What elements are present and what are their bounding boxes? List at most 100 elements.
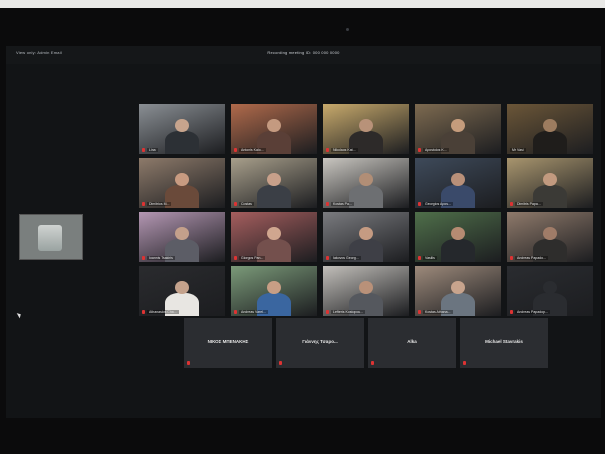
participant-head [543, 227, 557, 241]
participant-head [267, 173, 281, 187]
participant-name: Andreas Papado... [515, 256, 548, 260]
muted-mic-icon [418, 310, 421, 314]
participant-name: Andreas Varel... [239, 310, 268, 314]
participant-video-tile[interactable]: Georgios Apos... [415, 158, 501, 208]
participant-name: Vasilis [423, 256, 437, 260]
participant-video-tile[interactable]: Ioannis Tsakiris [139, 212, 225, 262]
participant-name: Mr Vasi [510, 148, 526, 152]
muted-mic-icon [510, 310, 513, 314]
participant-video-tile[interactable]: Athanasios Cha... [139, 266, 225, 316]
participant-figure [348, 173, 384, 208]
participant-head [359, 173, 373, 187]
participant-head [175, 119, 189, 133]
muted-mic-icon [510, 256, 513, 260]
participant-body [256, 184, 292, 208]
participant-name: Georgios Apos... [423, 202, 453, 206]
muted-mic-icon [418, 202, 421, 206]
muted-mic-icon [142, 202, 145, 206]
participant-head [451, 281, 465, 295]
participant-name: Nikolaos Kat... [331, 148, 358, 152]
muted-mic-icon [326, 148, 329, 152]
participant-name-label: ΝΙΚΟΣ ΜΠΕΝΑΚΗΣ [207, 339, 249, 344]
participant-video-tile[interactable]: Nikolaos Kat... [323, 104, 409, 154]
participant-video-tile[interactable]: Kostas Athana... [415, 266, 501, 316]
muted-mic-icon [234, 148, 237, 152]
participant-video-tile[interactable]: Apostolos K... [415, 104, 501, 154]
participant-head [543, 281, 557, 295]
muted-mic-icon [418, 148, 421, 152]
participant-name: Andreas Papadop... [515, 310, 550, 314]
muted-mic-icon [463, 361, 466, 365]
muted-mic-icon [234, 310, 237, 314]
participant-name: Lefteris Kostopou... [331, 310, 366, 314]
participant-figure [532, 119, 568, 154]
participant-head [451, 173, 465, 187]
participant-video-tile[interactable]: Giorgos Pan... [231, 212, 317, 262]
participant-name-tile[interactable]: Alka [368, 318, 456, 368]
muted-mic-icon [142, 256, 145, 260]
muted-mic-icon [326, 202, 329, 206]
participant-head [175, 227, 189, 241]
participant-body [164, 130, 200, 154]
participant-video-tile[interactable]: Mr Vasi [507, 104, 593, 154]
muted-mic-icon [326, 256, 329, 260]
participant-video-tile[interactable]: Lefteris Kostopou... [323, 266, 409, 316]
webcam-dot [346, 28, 349, 31]
participant-figure [440, 227, 476, 262]
muted-mic-icon [279, 361, 282, 365]
participant-video-tile[interactable]: Costas [231, 158, 317, 208]
meeting-window: View only: Admin Email Recording meeting… [6, 46, 601, 418]
participant-video-tile[interactable]: Andreas Papadop... [507, 266, 593, 316]
participant-head [543, 173, 557, 187]
participant-name: Dimitrios M... [147, 202, 172, 206]
participant-name-tile[interactable]: ΝΙΚΟΣ ΜΠΕΝΑΚΗΣ [184, 318, 272, 368]
participant-figure [164, 119, 200, 154]
mouse-cursor-icon [16, 311, 23, 319]
participant-name: Costas [239, 202, 254, 206]
participant-head [359, 119, 373, 133]
participant-name-label: Michael Stavrakis [485, 339, 523, 344]
muted-mic-icon [187, 361, 190, 365]
muted-mic-icon [371, 361, 374, 365]
self-view-image [38, 225, 62, 251]
meeting-title: Recording meeting ID: 000 000 0000 [267, 50, 340, 55]
participant-video-tile[interactable]: Dimitrios M... [139, 158, 225, 208]
participant-head [267, 227, 281, 241]
participant-name-tile[interactable]: Michael Stavrakis [460, 318, 548, 368]
participant-figure [256, 173, 292, 208]
participant-video-tile[interactable]: Iakovos Georg... [323, 212, 409, 262]
participant-head [175, 173, 189, 187]
participant-name: Dimitris Papa... [515, 202, 543, 206]
muted-mic-icon [142, 148, 145, 152]
participant-name-tile[interactable]: Γιάννης Τσαρο... [276, 318, 364, 368]
title-bar: View only: Admin Email Recording meeting… [6, 46, 601, 64]
participant-head [451, 119, 465, 133]
monitor-frame: View only: Admin Email Recording meeting… [0, 8, 605, 454]
participant-video-tile[interactable]: Lina [139, 104, 225, 154]
participant-body [348, 184, 384, 208]
participant-name: Iakovos Georg... [331, 256, 361, 260]
participant-name: Athanasios Cha... [147, 310, 179, 314]
participant-name: Kostas Athana... [423, 310, 453, 314]
self-view-thumbnail[interactable] [19, 214, 83, 260]
participant-video-tile[interactable]: Andreas Papado... [507, 212, 593, 262]
participant-video-tile[interactable]: Dimitris Papa... [507, 158, 593, 208]
participant-name: Kostas Pa... [331, 202, 354, 206]
participant-body [532, 130, 568, 154]
participant-video-tile[interactable]: Andreas Varel... [231, 266, 317, 316]
muted-mic-icon [142, 310, 145, 314]
participant-name: Ioannis Tsakiris [147, 256, 175, 260]
participant-body [440, 238, 476, 262]
participant-name: Apostolos K... [423, 148, 449, 152]
participant-name: Lina [147, 148, 158, 152]
muted-mic-icon [234, 202, 237, 206]
participant-head [451, 227, 465, 241]
participant-name-label: Γιάννης Τσαρο... [302, 339, 338, 344]
participant-video-tile[interactable]: Kostas Pa... [323, 158, 409, 208]
muted-mic-icon [234, 256, 237, 260]
participant-name-label: Alka [407, 339, 417, 344]
participant-head [543, 119, 557, 133]
participant-video-tile[interactable]: Antonis Kalo... [231, 104, 317, 154]
participant-video-tile[interactable]: Vasilis [415, 212, 501, 262]
muted-mic-icon [418, 256, 421, 260]
